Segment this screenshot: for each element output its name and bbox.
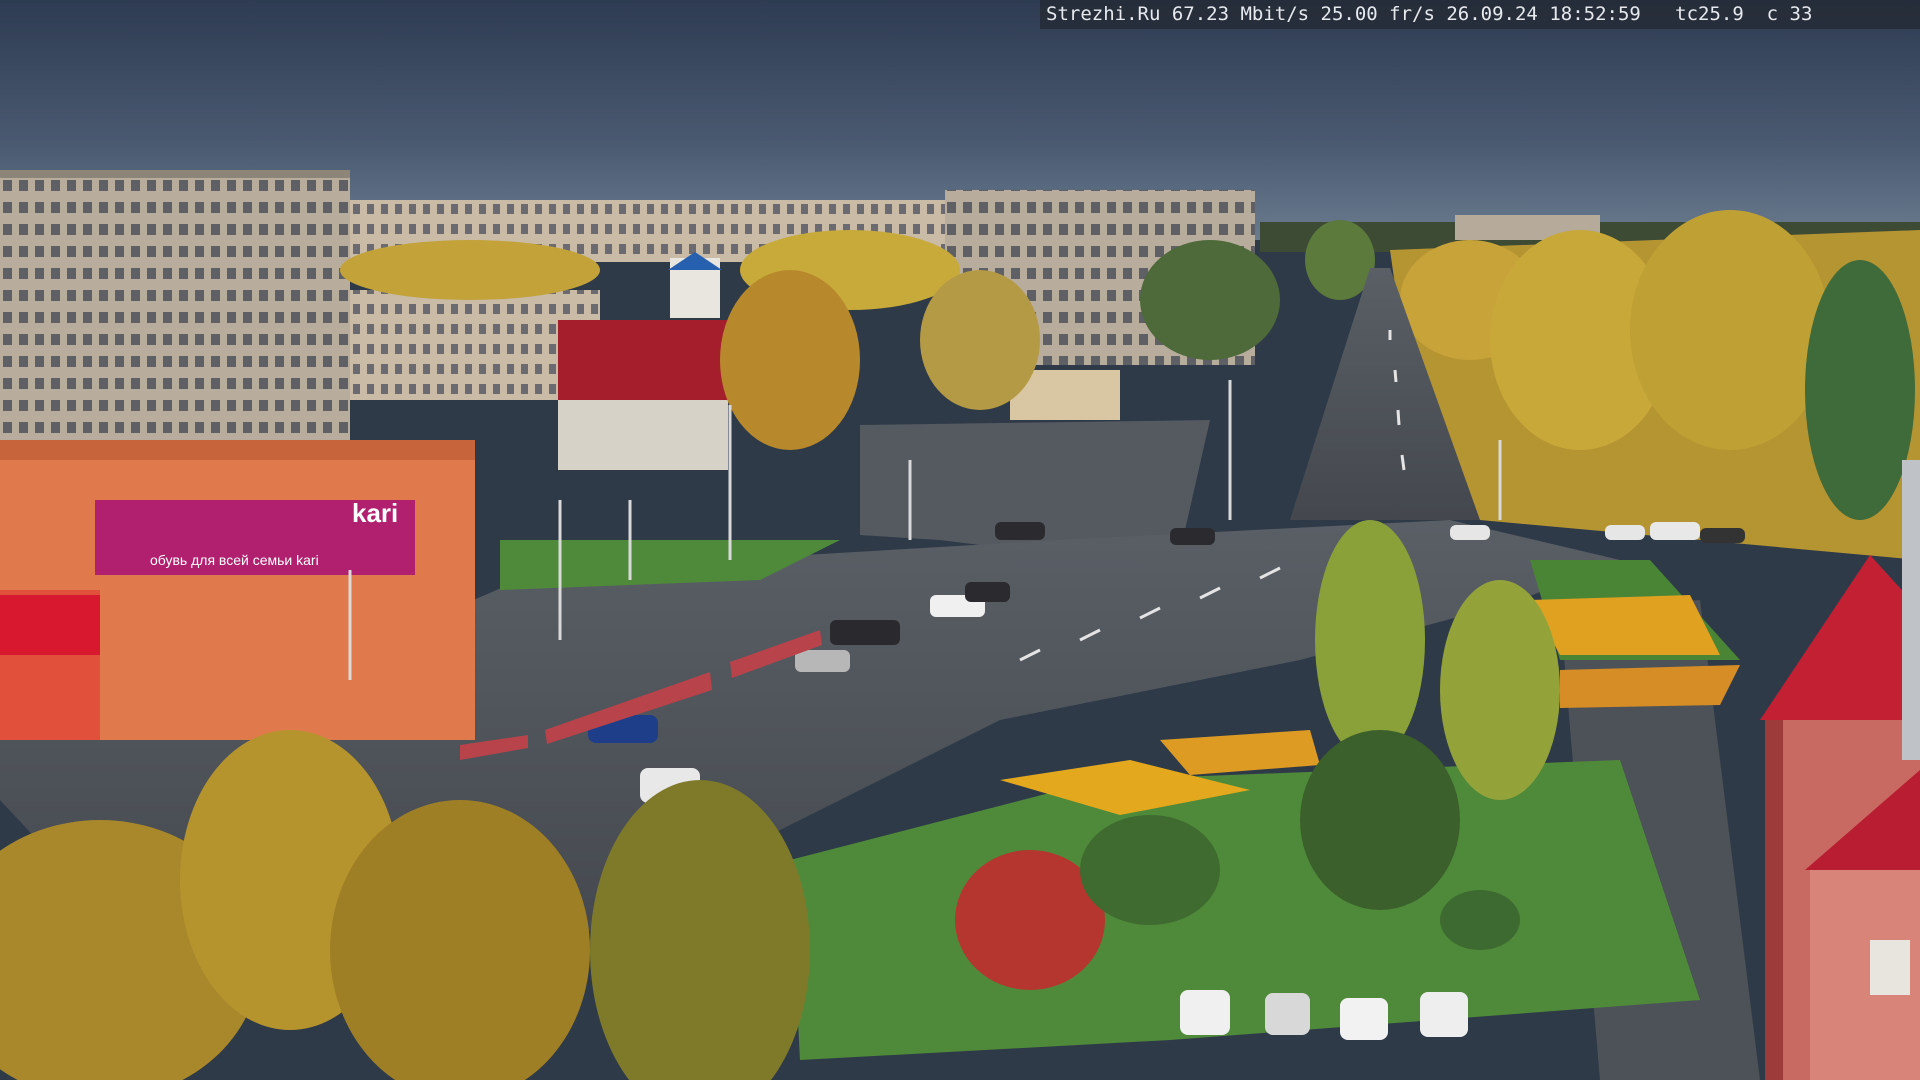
flower-bed-2 xyxy=(1160,730,1320,775)
flower-bed-4 xyxy=(1560,665,1740,708)
store-banner-text: обувь для всей семьи kari xyxy=(150,552,319,568)
flower-bed-3 xyxy=(1530,595,1720,655)
webcam-scene: kari обувь для всей семьи kari xyxy=(0,0,1920,1080)
store-logo: kari xyxy=(352,498,398,528)
camera-osd-overlay: Strezhi.Ru 67.23 Mbit/s 25.00 fr/s 26.09… xyxy=(1040,0,1920,29)
right-edge-tower xyxy=(1902,460,1920,760)
red-house xyxy=(558,320,728,400)
lawn-bottom xyxy=(790,760,1700,1060)
red-roof-building xyxy=(1760,555,1920,1080)
